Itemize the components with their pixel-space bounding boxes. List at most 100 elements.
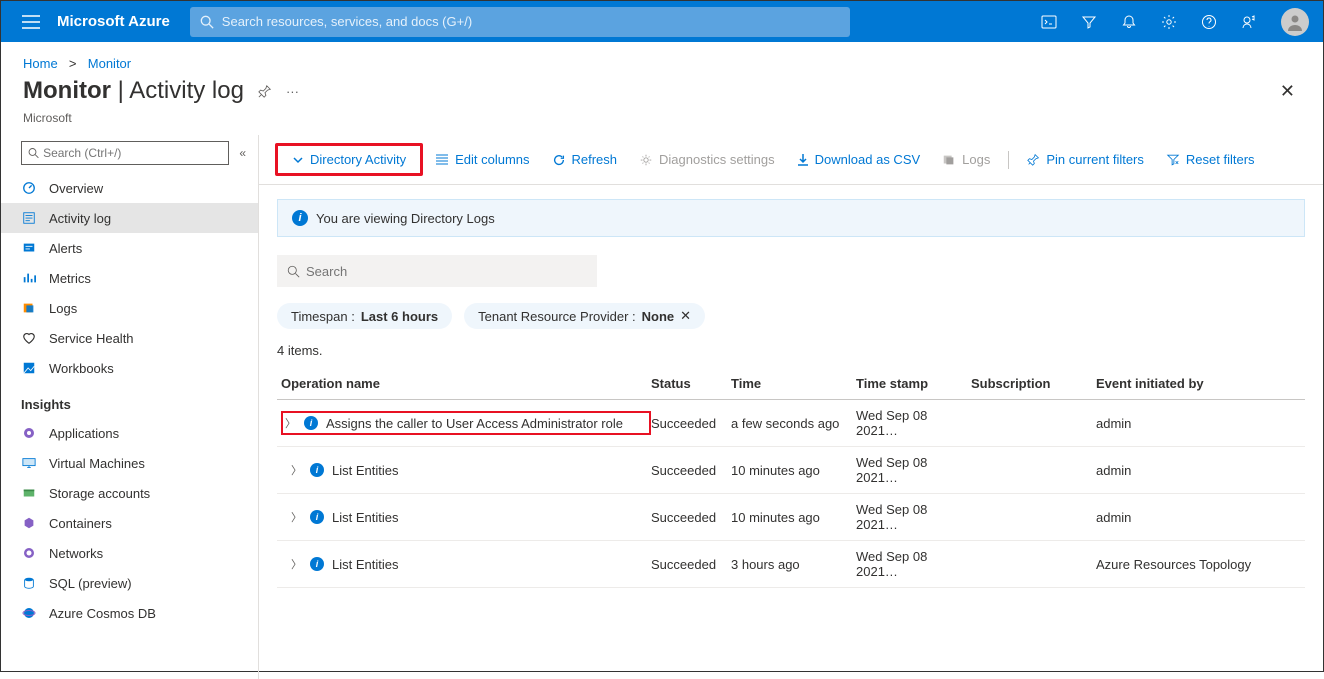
info-icon: i xyxy=(292,210,308,226)
log-search[interactable] xyxy=(277,255,597,287)
cell-initiated: admin xyxy=(1096,463,1266,478)
page-org: Microsoft xyxy=(1,111,1323,135)
alerts-icon xyxy=(21,240,37,256)
info-banner: i You are viewing Directory Logs xyxy=(277,199,1305,237)
sidebar-item-overview[interactable]: Overview xyxy=(1,173,258,203)
cell-status: Succeeded xyxy=(651,463,731,478)
notifications-button[interactable] xyxy=(1109,1,1149,42)
sidebar-item-label: Activity log xyxy=(49,211,111,226)
pin-filters-button[interactable]: Pin current filters xyxy=(1017,148,1154,171)
sidebar-item-cosmos-db[interactable]: Azure Cosmos DB xyxy=(1,598,258,628)
cell-status: Succeeded xyxy=(651,557,731,572)
sidebar-item-alerts[interactable]: Alerts xyxy=(1,233,258,263)
sidebar-search-input[interactable] xyxy=(43,146,222,160)
person-icon xyxy=(1285,12,1305,32)
table-row[interactable]: 〉 i Assigns the caller to User Access Ad… xyxy=(277,400,1305,447)
hamburger-menu-button[interactable] xyxy=(9,15,53,29)
reset-filters-button[interactable]: Reset filters xyxy=(1156,148,1265,171)
info-icon: i xyxy=(310,510,324,524)
cosmos-icon xyxy=(21,605,37,621)
diagnostics-button[interactable]: Diagnostics settings xyxy=(629,148,785,171)
sidebar-scroll[interactable]: Overview Activity log Alerts Metrics Log… xyxy=(1,173,258,679)
feedback-button[interactable] xyxy=(1229,1,1269,42)
filter-value: Last 6 hours xyxy=(361,309,438,324)
sidebar-item-label: Azure Cosmos DB xyxy=(49,606,156,621)
collapse-sidebar-button[interactable]: « xyxy=(239,146,246,160)
directory-activity-button[interactable]: Directory Activity xyxy=(282,148,416,171)
chevron-down-icon xyxy=(292,154,304,166)
user-avatar[interactable] xyxy=(1281,8,1309,36)
sidebar-item-service-health[interactable]: Service Health xyxy=(1,323,258,353)
search-icon xyxy=(287,265,300,278)
more-button[interactable]: ··· xyxy=(286,84,299,99)
close-button[interactable]: ✕ xyxy=(1280,81,1301,102)
bell-icon xyxy=(1121,14,1137,30)
sidebar-item-storage-accounts[interactable]: Storage accounts xyxy=(1,478,258,508)
sidebar-item-logs[interactable]: Logs xyxy=(1,293,258,323)
search-icon xyxy=(28,147,39,159)
sidebar-item-containers[interactable]: Containers xyxy=(1,508,258,538)
cell-time: 10 minutes ago xyxy=(731,463,856,478)
col-initiated[interactable]: Event initiated by xyxy=(1096,376,1266,391)
expand-row-button[interactable]: 〉 xyxy=(291,462,302,478)
refresh-button[interactable]: Refresh xyxy=(542,148,628,171)
sidebar-search[interactable] xyxy=(21,141,229,165)
log-search-input[interactable] xyxy=(306,264,587,279)
table-row[interactable]: 〉 i List Entities Succeeded 10 minutes a… xyxy=(277,447,1305,494)
remove-filter-button[interactable]: ✕ xyxy=(680,308,691,324)
global-search[interactable] xyxy=(190,7,850,37)
table-header: Operation name Status Time Time stamp Su… xyxy=(277,368,1305,400)
highlight-operation-row: 〉 i Assigns the caller to User Access Ad… xyxy=(281,411,651,435)
breadcrumb-monitor[interactable]: Monitor xyxy=(88,56,131,71)
table-row[interactable]: 〉 i List Entities Succeeded 3 hours ago … xyxy=(277,541,1305,588)
workbooks-icon xyxy=(21,360,37,376)
filter-tenant[interactable]: Tenant Resource Provider : None ✕ xyxy=(464,303,705,329)
activity-table: Operation name Status Time Time stamp Su… xyxy=(277,368,1305,588)
expand-row-button[interactable]: 〉 xyxy=(291,509,302,525)
global-search-input[interactable] xyxy=(222,14,840,29)
directories-button[interactable] xyxy=(1069,1,1109,42)
edit-columns-button[interactable]: Edit columns xyxy=(425,148,539,171)
sidebar-item-sql[interactable]: SQL (preview) xyxy=(1,568,258,598)
containers-icon xyxy=(21,515,37,531)
col-status[interactable]: Status xyxy=(651,376,731,391)
sidebar-heading-insights: Insights xyxy=(1,383,258,418)
page-title-sep: | xyxy=(111,77,129,104)
cell-timestamp: Wed Sep 08 2021… xyxy=(856,502,971,532)
logs-button[interactable]: Logs xyxy=(932,148,1000,171)
settings-button[interactable] xyxy=(1149,1,1189,42)
col-time[interactable]: Time xyxy=(731,376,856,391)
page-header: Monitor | Activity log ··· ✕ xyxy=(1,77,1323,111)
pin-button[interactable] xyxy=(258,84,272,98)
sql-icon xyxy=(21,575,37,591)
operation-cell: 〉 i List Entities xyxy=(281,462,651,478)
operation-cell: 〉 i List Entities xyxy=(281,556,651,572)
col-subscription[interactable]: Subscription xyxy=(971,376,1096,391)
expand-row-button[interactable]: 〉 xyxy=(285,415,296,431)
download-csv-button[interactable]: Download as CSV xyxy=(787,148,931,171)
gear-icon xyxy=(639,153,653,167)
col-operation[interactable]: Operation name xyxy=(281,376,651,391)
sidebar-item-virtual-machines[interactable]: Virtual Machines xyxy=(1,448,258,478)
filter-timespan[interactable]: Timespan : Last 6 hours xyxy=(277,303,452,329)
breadcrumb-home[interactable]: Home xyxy=(23,56,58,71)
table-row[interactable]: 〉 i List Entities Succeeded 10 minutes a… xyxy=(277,494,1305,541)
cloud-shell-button[interactable] xyxy=(1029,1,1069,42)
sidebar-item-networks[interactable]: Networks xyxy=(1,538,258,568)
cell-initiated: Azure Resources Topology xyxy=(1096,557,1266,572)
expand-row-button[interactable]: 〉 xyxy=(291,556,302,572)
cell-operation: List Entities xyxy=(332,557,398,572)
breadcrumb: Home > Monitor xyxy=(1,42,1323,77)
sidebar-item-label: Metrics xyxy=(49,271,91,286)
sidebar-item-metrics[interactable]: Metrics xyxy=(1,263,258,293)
download-icon xyxy=(797,153,809,167)
brand-label[interactable]: Microsoft Azure xyxy=(53,13,186,30)
sidebar-item-label: Virtual Machines xyxy=(49,456,145,471)
sidebar-item-activity-log[interactable]: Activity log xyxy=(1,203,258,233)
col-timestamp[interactable]: Time stamp xyxy=(856,376,971,391)
sidebar-item-workbooks[interactable]: Workbooks xyxy=(1,353,258,383)
help-button[interactable] xyxy=(1189,1,1229,42)
sidebar-item-applications[interactable]: Applications xyxy=(1,418,258,448)
sidebar-item-label: Alerts xyxy=(49,241,82,256)
filter-value: None xyxy=(642,309,675,324)
